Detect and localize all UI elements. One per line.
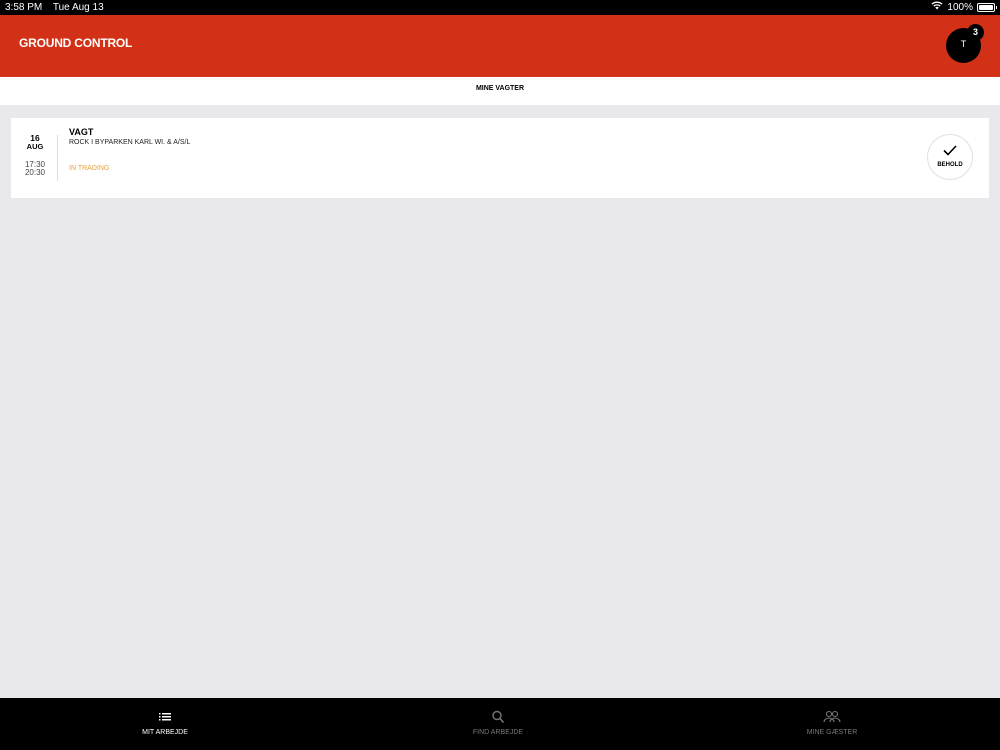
shift-status: IN TRADING xyxy=(69,165,110,172)
keep-label: BEHOLD xyxy=(937,162,963,168)
shift-subtitle: ROCK I BYPARKEN KARL WI. & A/S/L xyxy=(69,139,191,146)
nav-mit-arbejde[interactable]: MIT ARBEJDE xyxy=(65,698,265,750)
search-icon xyxy=(488,710,508,724)
battery-icon xyxy=(977,3,997,12)
notification-badge: 3 xyxy=(967,24,984,41)
bottom-nav: MIT ARBEJDE FIND ARBEJDE MINE GÆSTER xyxy=(0,698,1000,750)
status-date: Tue Aug 13 xyxy=(52,2,104,13)
nav-label: MIT ARBEJDE xyxy=(142,729,188,736)
shift-title: VAGT xyxy=(69,127,94,137)
status-time: 3:58 PM xyxy=(5,2,43,13)
nav-label: FIND ARBEJDE xyxy=(472,729,524,736)
nav-label: MINE GÆSTER xyxy=(806,729,858,736)
nav-mine-gaester[interactable]: MINE GÆSTER xyxy=(732,698,932,750)
list-icon xyxy=(155,710,175,724)
top-tab-bar: MINE VAGTER xyxy=(0,77,1000,105)
checkmark-icon xyxy=(943,145,957,156)
guests-icon xyxy=(822,710,842,724)
status-bar: 3:58 PM Tue Aug 13 100% xyxy=(0,0,1000,15)
tab-mine-vagter[interactable]: MINE VAGTER xyxy=(476,77,524,101)
battery-percent: 100% xyxy=(947,2,973,13)
shift-date: 16 AUG 17:30 20:30 xyxy=(11,134,59,177)
nav-find-arbejde[interactable]: FIND ARBEJDE xyxy=(398,698,598,750)
divider xyxy=(57,135,58,181)
shift-end-time: 20:30 xyxy=(24,168,46,177)
app-title: GROUND CONTROL xyxy=(19,36,133,50)
shift-card[interactable]: 16 AUG 17:30 20:30 VAGT ROCK I BYPARKEN … xyxy=(11,118,989,198)
keep-button[interactable]: BEHOLD xyxy=(927,134,973,180)
wifi-icon xyxy=(931,0,943,15)
shift-month: AUG xyxy=(26,142,44,151)
app-header: GROUND CONTROL T 3 xyxy=(0,15,1000,77)
